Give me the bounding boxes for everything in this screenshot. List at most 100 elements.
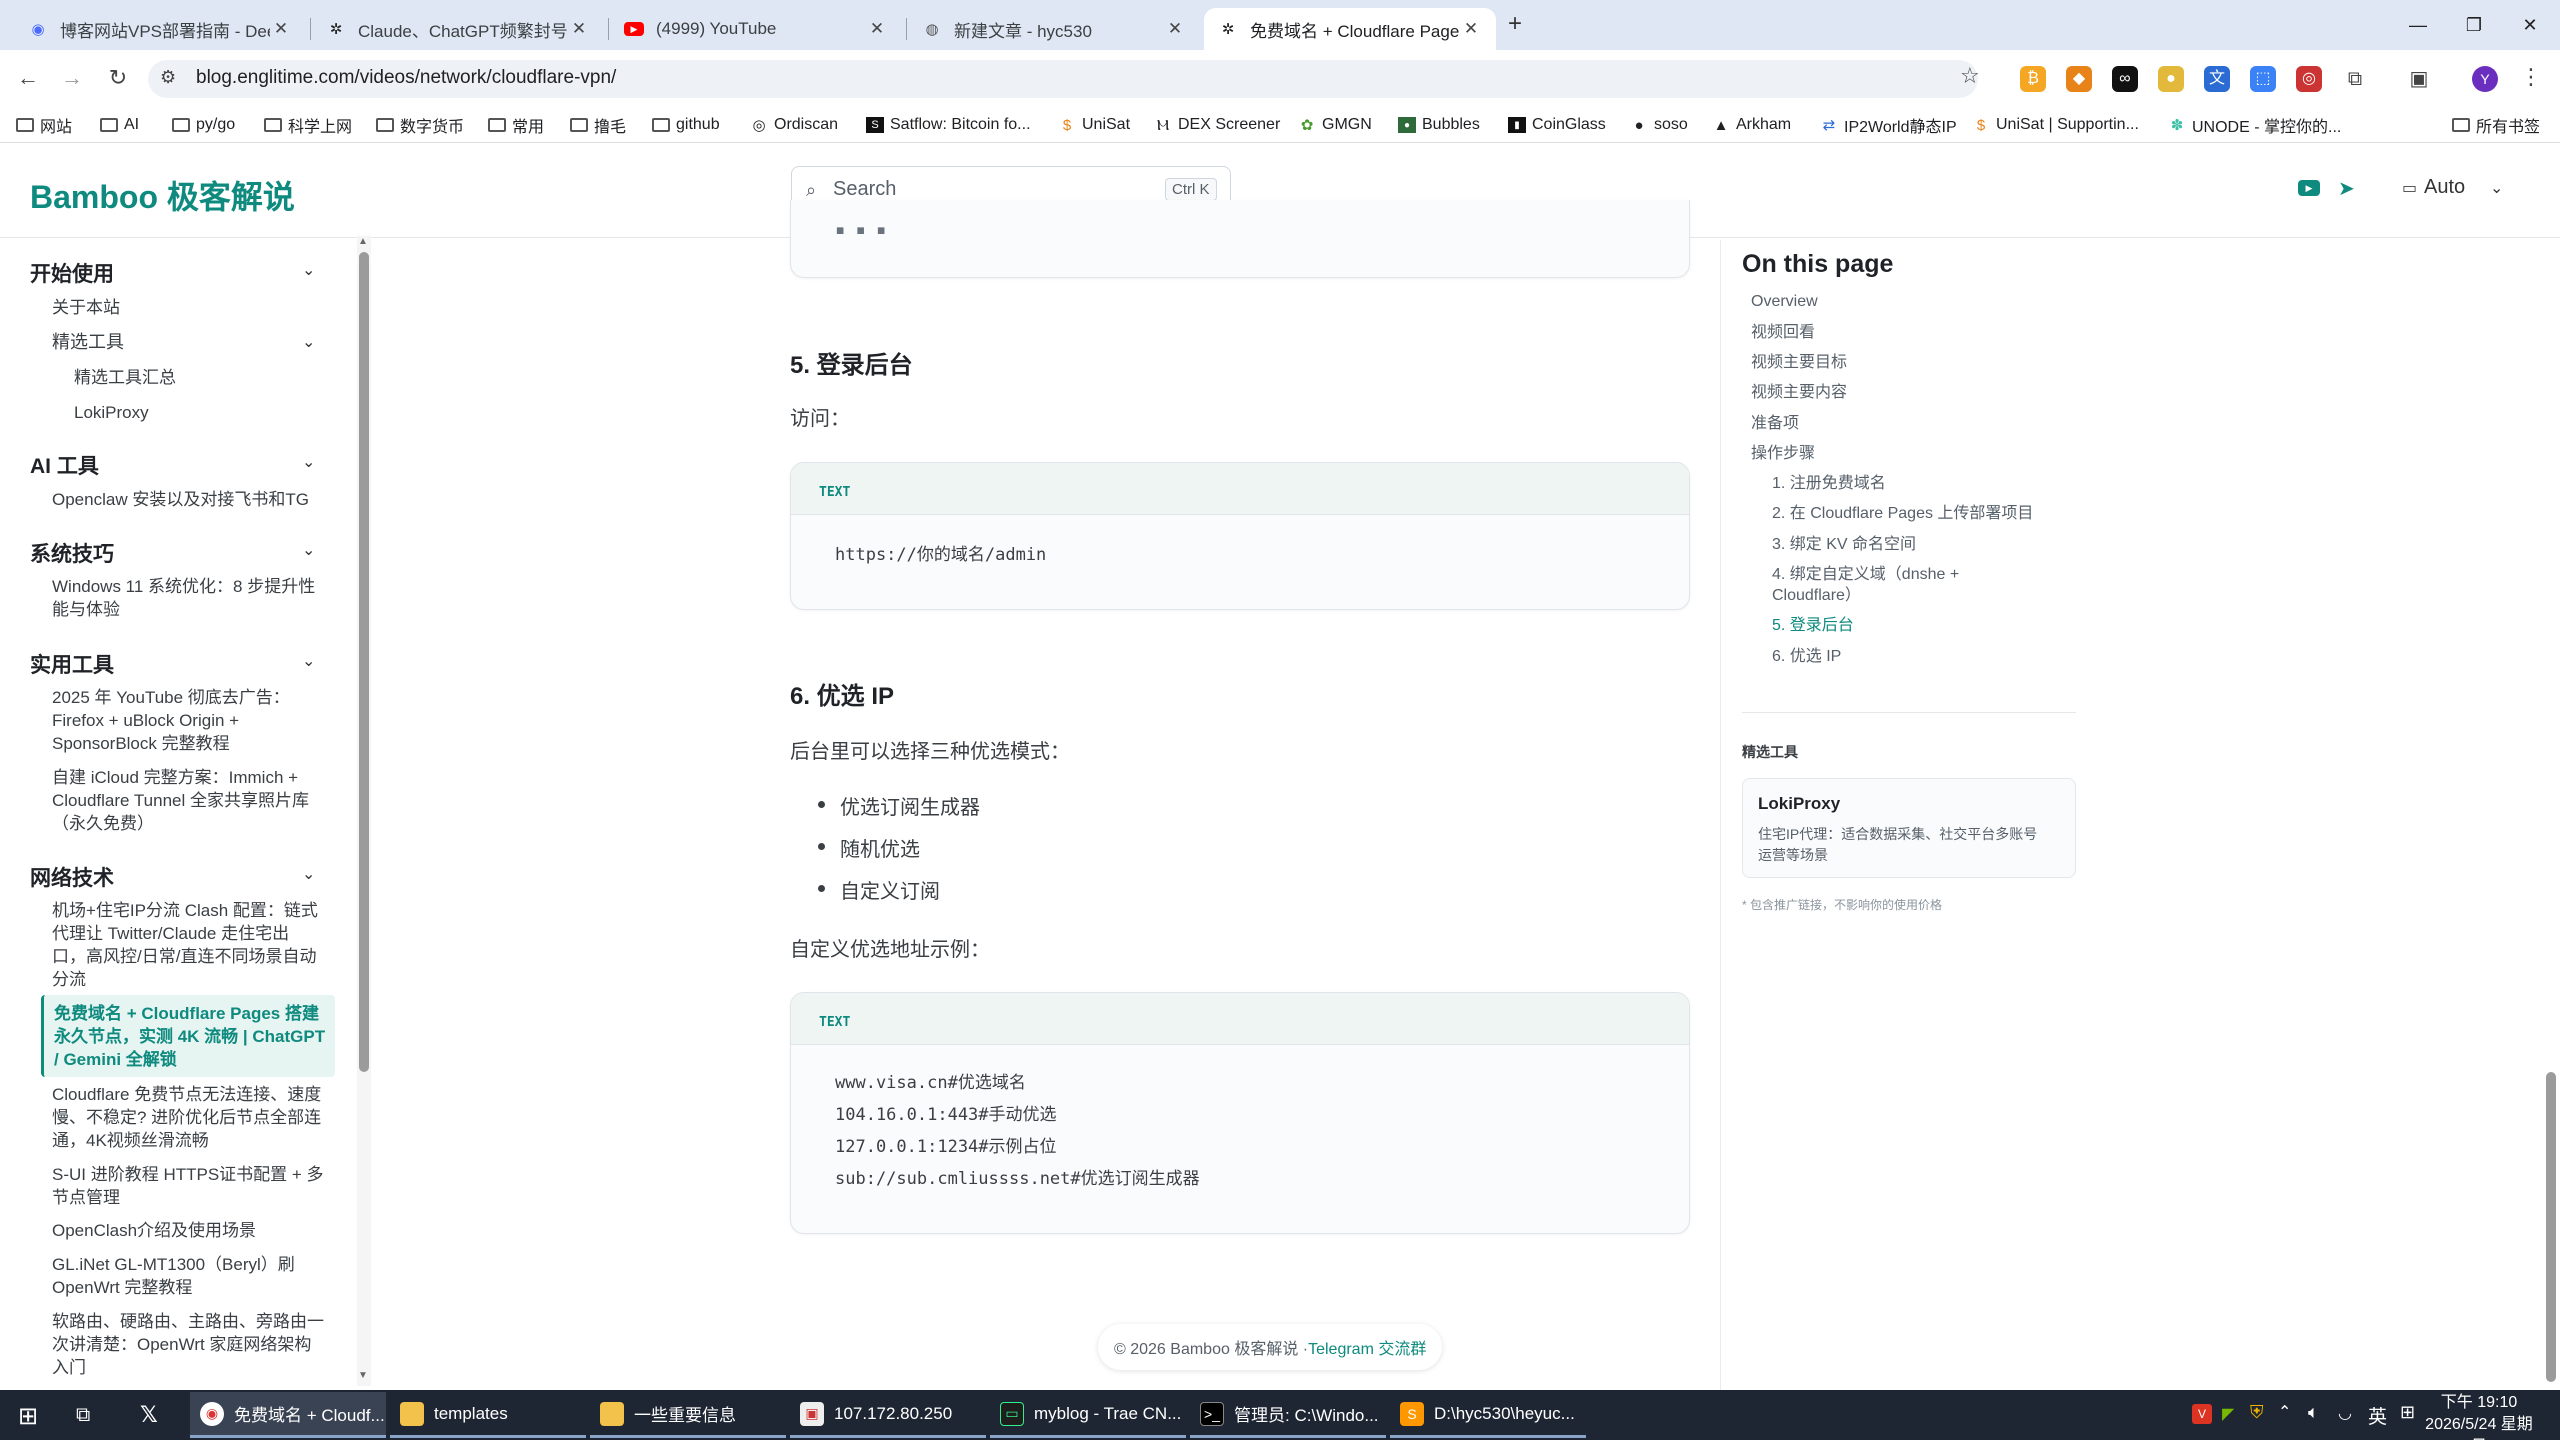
chevron-down-icon[interactable]: ⌄ bbox=[302, 260, 315, 280]
toc-item[interactable]: 操作步骤 bbox=[1751, 444, 1815, 464]
extension-icon[interactable]: ∞ bbox=[2112, 66, 2138, 92]
bookmark-link[interactable]: Ⲙ DEX Screener bbox=[1154, 112, 1280, 138]
bookmark-link[interactable]: $ UniSat bbox=[1058, 112, 1130, 138]
chevron-down-icon[interactable]: ⌄ bbox=[2490, 178, 2503, 198]
youtube-icon[interactable]: ▶ bbox=[2298, 180, 2320, 196]
close-tab-icon[interactable]: ✕ bbox=[1164, 19, 1186, 39]
sidebar-item[interactable]: 能与体验 bbox=[52, 598, 120, 621]
telegram-link[interactable]: Telegram 交流群 bbox=[1308, 1335, 1426, 1359]
menu-dots-icon[interactable]: ⋮ bbox=[2520, 64, 2542, 90]
sidebar-item[interactable]: 慢、不稳定? 进阶优化后节点全部连 bbox=[52, 1106, 321, 1129]
sidebar-item[interactable]: 2025 年 YouTube 彻底去广告： bbox=[52, 686, 290, 709]
browser-tab[interactable]: ✲ Claude、ChatGPT频繁封号? ✕ bbox=[312, 8, 604, 50]
close-tab-icon[interactable]: ✕ bbox=[866, 19, 888, 39]
telegram-icon[interactable]: ➤ bbox=[2338, 176, 2355, 201]
system-clock[interactable]: 下午 19:10 2026/5/24 星期日 bbox=[2424, 1392, 2534, 1440]
chevron-up-icon[interactable]: ⌃ bbox=[2278, 1402, 2291, 1422]
promo-title[interactable]: LokiProxy bbox=[1758, 794, 1840, 814]
close-tab-icon[interactable]: ✕ bbox=[568, 19, 590, 39]
sidebar-item[interactable]: OpenClash介绍及使用场景 bbox=[52, 1219, 256, 1242]
extensions-puzzle-icon[interactable]: ⧉ bbox=[2342, 66, 2368, 92]
all-bookmarks[interactable]: 所有书签 bbox=[2452, 112, 2540, 138]
minimize-button[interactable]: — bbox=[2398, 10, 2438, 40]
sidebar-item[interactable]: 次讲清楚：OpenWrt 家庭网络架构 bbox=[52, 1333, 311, 1356]
bookmark-link[interactable]: $ UniSat | Supportin... bbox=[1972, 112, 2139, 138]
chevron-down-icon[interactable]: ⌄ bbox=[302, 864, 315, 884]
profile-avatar[interactable]: Y bbox=[2472, 66, 2498, 92]
toc-item[interactable]: 视频主要内容 bbox=[1751, 383, 1847, 403]
sidebar-item[interactable]: 关于本站 bbox=[52, 296, 120, 319]
sidebar-item[interactable]: 节点管理 bbox=[52, 1186, 120, 1209]
bookmark-star-icon[interactable]: ☆ bbox=[1960, 63, 1980, 89]
sidebar-item[interactable]: 机场+住宅IP分流 Clash 配置：链式 bbox=[52, 899, 318, 922]
metamask-icon[interactable]: ◆ bbox=[2066, 66, 2092, 92]
x-app-icon[interactable]: 𝕏 bbox=[140, 1402, 158, 1428]
chevron-down-icon[interactable]: ⌄ bbox=[302, 332, 315, 352]
security-shield-icon[interactable]: ⛨ bbox=[2250, 1402, 2264, 1423]
page-scrollbar-thumb[interactable] bbox=[2546, 1072, 2556, 1382]
browser-tab[interactable]: ◉ 博客网站VPS部署指南 - DeepS ✕ bbox=[14, 8, 306, 50]
sidebar-section[interactable]: 开始使用 bbox=[30, 258, 114, 288]
bookmark-folder[interactable]: github bbox=[652, 112, 720, 138]
windows-start-icon[interactable]: ⊞ bbox=[18, 1402, 38, 1431]
task-view-icon[interactable]: ⧉ bbox=[76, 1404, 90, 1427]
back-icon[interactable]: ← bbox=[12, 62, 44, 94]
close-tab-icon[interactable]: ✕ bbox=[270, 19, 292, 39]
toc-item[interactable]: 4. 绑定自定义域（dnshe + bbox=[1772, 565, 1959, 585]
bookmark-link[interactable]: S Satflow: Bitcoin fo... bbox=[866, 112, 1031, 138]
sidebar-item[interactable]: 口，高风控/日常/直连不同场景自动 bbox=[52, 945, 316, 968]
sidebar-section[interactable]: 实用工具 bbox=[30, 649, 114, 679]
sidebar-item[interactable]: LokiProxy bbox=[74, 401, 149, 424]
taskbar-app[interactable]: ◉ 免费域名 + Cloudf... bbox=[190, 1392, 386, 1438]
translate-icon[interactable]: 文 bbox=[2204, 66, 2230, 92]
toc-item[interactable]: 1. 注册免费域名 bbox=[1772, 474, 1886, 494]
sidebar-item[interactable]: 入门 bbox=[52, 1356, 86, 1379]
toc-item[interactable]: Cloudflare） bbox=[1772, 586, 1861, 606]
browser-tab-active[interactable]: ✲ 免费域名 + Cloudflare Pages 1 ✕ bbox=[1204, 8, 1496, 50]
chevron-down-icon[interactable]: ⌄ bbox=[302, 452, 315, 472]
scroll-down-arrow[interactable]: ▼ bbox=[358, 1370, 368, 1381]
taskbar-app[interactable]: 一些重要信息 bbox=[590, 1392, 786, 1438]
sidebar-item[interactable]: Cloudflare 免费节点无法连接、速度 bbox=[52, 1083, 321, 1106]
bookmark-folder[interactable]: 科学上网 bbox=[264, 112, 352, 138]
new-tab-button[interactable]: + bbox=[1508, 10, 1522, 38]
bookmark-folder[interactable]: 常用 bbox=[488, 112, 544, 138]
wifi-icon[interactable]: ◡ bbox=[2338, 1403, 2352, 1423]
sidebar-item[interactable]: （永久免费） bbox=[52, 812, 154, 835]
bookmark-link[interactable]: ✿ GMGN bbox=[1298, 112, 1372, 138]
sidebar-item[interactable]: Cloudflare Tunnel 全家共享照片库 bbox=[52, 789, 309, 812]
taskbar-app[interactable]: templates bbox=[390, 1392, 586, 1438]
toc-item-active[interactable]: 5. 登录后台 bbox=[1772, 616, 1854, 636]
sidebar-item[interactable]: 精选工具汇总 bbox=[74, 366, 176, 389]
toc-item[interactable]: 3. 绑定 KV 命名空间 bbox=[1772, 535, 1916, 555]
volume-icon[interactable]: 🔈︎ bbox=[2308, 1402, 2319, 1423]
bookmark-folder[interactable]: py/go bbox=[172, 112, 235, 138]
site-title[interactable]: Bamboo 极客解说 bbox=[30, 172, 295, 218]
taskbar-app[interactable]: S D:\hyc530\heyuc... bbox=[1390, 1392, 1586, 1438]
toc-item[interactable]: 准备项 bbox=[1751, 414, 1799, 434]
bookmark-link[interactable]: ⇄ IP2World静态IP bbox=[1820, 112, 1957, 138]
url-text[interactable]: blog.englitime.com/videos/network/cloudf… bbox=[196, 67, 616, 89]
restore-button[interactable]: ❐ bbox=[2454, 10, 2494, 40]
browser-tab[interactable]: ▶ (4999) YouTube ✕ bbox=[610, 8, 902, 50]
sidebar-item[interactable]: S-UI 进阶教程 HTTPS证书配置 + 多 bbox=[52, 1163, 324, 1186]
close-tab-icon[interactable]: ✕ bbox=[1460, 19, 1482, 39]
bookmark-link[interactable]: ▮ CoinGlass bbox=[1508, 112, 1606, 138]
sidebar-item[interactable]: 精选工具 bbox=[52, 331, 124, 354]
sidebar-item[interactable]: 代理让 Twitter/Claude 走住宅出 bbox=[52, 922, 289, 945]
toc-item[interactable]: Overview bbox=[1751, 292, 1818, 312]
toc-item[interactable]: 2. 在 Cloudflare Pages 上传部署项目 bbox=[1772, 504, 2033, 524]
sidebar-scrollbar-thumb[interactable] bbox=[359, 252, 369, 1072]
extension-icon[interactable]: ₿ bbox=[2020, 66, 2046, 92]
ime-indicator[interactable]: 英 bbox=[2368, 1402, 2387, 1429]
forward-icon[interactable]: → bbox=[56, 62, 88, 94]
bookmark-folder[interactable]: 数字货币 bbox=[376, 112, 464, 138]
sidebar-item[interactable]: GL.iNet GL-MT1300（Beryl）刷 bbox=[52, 1253, 295, 1276]
chevron-down-icon[interactable]: ⌄ bbox=[302, 651, 315, 671]
sidebar-item[interactable]: 通，4K视频丝滑流畅 bbox=[52, 1129, 209, 1152]
sidebar-item[interactable]: 软路由、硬路由、主路由、旁路由一 bbox=[52, 1310, 324, 1333]
taskbar-app[interactable]: >_ 管理员: C:\Windo... bbox=[1190, 1392, 1386, 1438]
bookmark-folder[interactable]: AI bbox=[100, 112, 139, 138]
sidebar-section[interactable]: AI 工具 bbox=[30, 450, 99, 480]
chevron-down-icon[interactable]: ⌄ bbox=[302, 540, 315, 560]
